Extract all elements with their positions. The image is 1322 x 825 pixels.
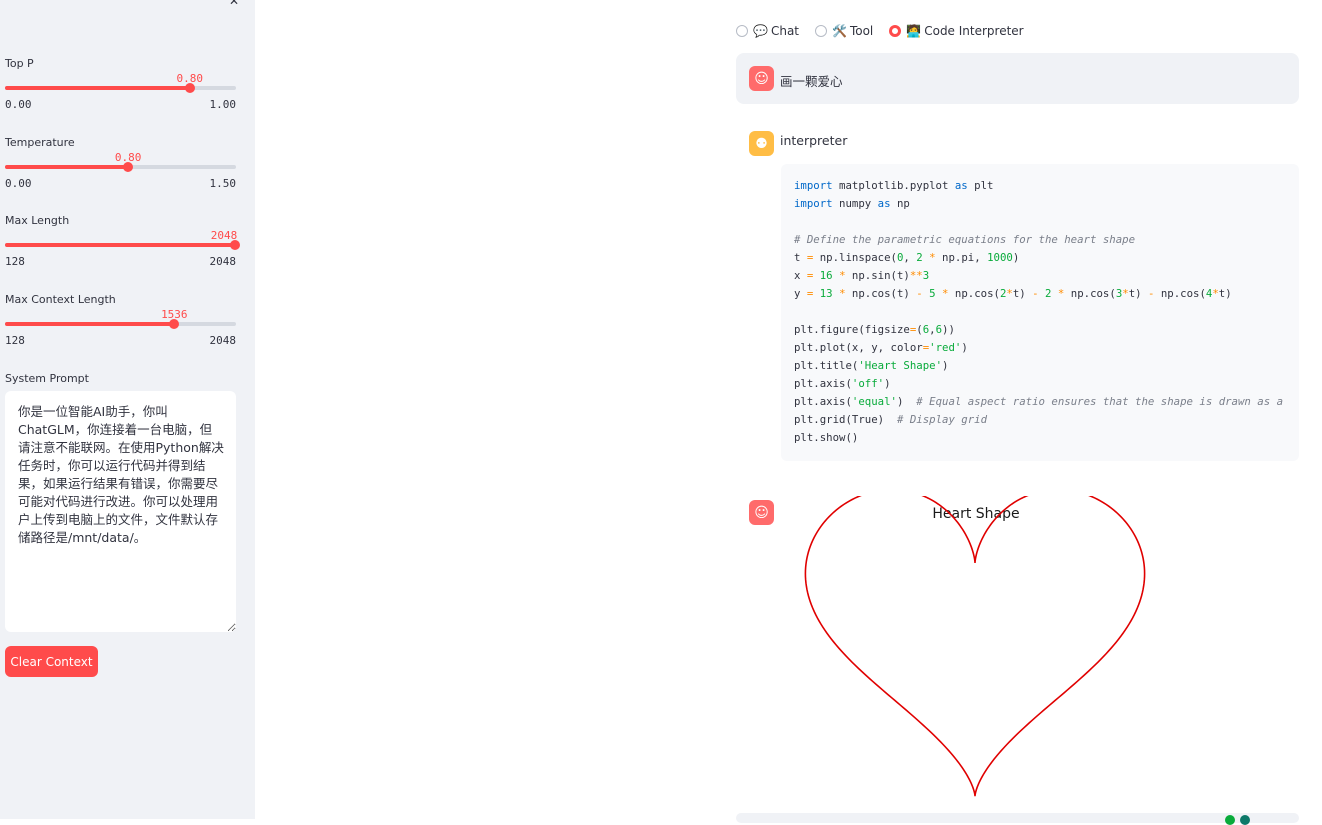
radio-button[interactable] <box>815 25 827 37</box>
slider-max: 1.50 <box>209 177 237 190</box>
slider-label: Max Length <box>5 214 70 227</box>
status-dot-icon <box>1225 815 1235 825</box>
slider-max: 2048 <box>209 255 237 268</box>
user-message: ☺ 画一颗爱心 <box>736 53 1299 104</box>
mode-radio-group: 💬 Chat 🛠️ Tool 🧑‍💻 Code Interpreter <box>736 22 1040 40</box>
radio-button[interactable] <box>736 25 748 37</box>
tools-icon: 🛠️ <box>832 24 847 38</box>
slider-thumb[interactable] <box>123 162 134 172</box>
slider-fill <box>5 243 236 247</box>
slider-label: Max Context Length <box>5 293 116 306</box>
slider-max: 1.00 <box>209 98 237 111</box>
chart-output: Heart Shape <box>781 496 1171 801</box>
assistant-avatar-icon: ⚉ <box>749 131 774 156</box>
clear-context-button[interactable]: Clear Context <box>5 646 98 677</box>
slider-top-p[interactable]: Top P 0.80 0.00 1.00 <box>5 57 236 127</box>
slider-track[interactable] <box>5 319 236 329</box>
slider-track[interactable] <box>5 240 240 250</box>
status-dot-icon <box>1240 815 1250 825</box>
code-content: import matplotlib.pyplot as plt import n… <box>794 179 1284 444</box>
slider-min: 128 <box>5 334 25 347</box>
speech-bubble-icon: 💬 <box>753 24 768 38</box>
chart-svg <box>804 496 1146 797</box>
system-prompt-label: System Prompt <box>5 372 89 385</box>
chat-input[interactable] <box>736 813 1299 823</box>
slider-min: 0.00 <box>5 177 32 190</box>
slider-fill <box>5 86 190 90</box>
slider-track[interactable] <box>5 83 236 93</box>
mode-tool-option[interactable]: 🛠️ Tool <box>815 24 873 38</box>
slider-fill <box>5 322 175 326</box>
slider-track[interactable] <box>5 162 236 172</box>
slider-max-length[interactable]: Max Length 2048 128 2048 <box>5 214 240 284</box>
mode-label: Chat <box>770 24 799 38</box>
slider-max-context-length[interactable]: Max Context Length 1536 128 2048 <box>5 293 236 363</box>
slider-min: 0.00 <box>5 98 32 111</box>
slider-thumb[interactable] <box>184 83 195 93</box>
user-avatar-icon: ☺ <box>749 66 774 91</box>
slider-label: Temperature <box>5 136 75 149</box>
slider-fill <box>5 165 129 169</box>
slider-thumb[interactable] <box>230 240 240 250</box>
slider-thumb[interactable] <box>169 319 180 329</box>
code-block[interactable]: import matplotlib.pyplot as plt import n… <box>781 164 1299 461</box>
slider-min: 128 <box>5 255 25 268</box>
technologist-icon: 🧑‍💻 <box>906 24 922 38</box>
user-avatar-icon: ☺ <box>749 500 774 525</box>
collapse-sidebar-icon[interactable]: ✕ <box>229 0 239 8</box>
radio-button-selected[interactable] <box>889 25 902 37</box>
user-message-text: 画一颗爱心 <box>780 74 843 89</box>
system-prompt-textarea[interactable]: 你是一位智能AI助手，你叫ChatGLM，你连接着一台电脑，但请注意不能联网。在… <box>5 391 236 632</box>
slider-label: Top P <box>5 57 34 70</box>
mode-code-interpreter-option[interactable]: 🧑‍💻 Code Interpreter <box>889 24 1024 38</box>
heart-series-line <box>804 496 1146 797</box>
slider-temperature[interactable]: Temperature 0.80 0.00 1.50 <box>5 136 236 206</box>
mode-label: Tool <box>849 24 874 38</box>
mode-label: Code Interpreter <box>924 24 1024 38</box>
sidebar: ✕ Top P 0.80 0.00 1.00 Temperature 0.80 … <box>0 0 255 819</box>
slider-max: 2048 <box>209 334 237 347</box>
interpreter-name: interpreter <box>780 133 848 148</box>
mode-chat-option[interactable]: 💬 Chat <box>736 24 799 38</box>
